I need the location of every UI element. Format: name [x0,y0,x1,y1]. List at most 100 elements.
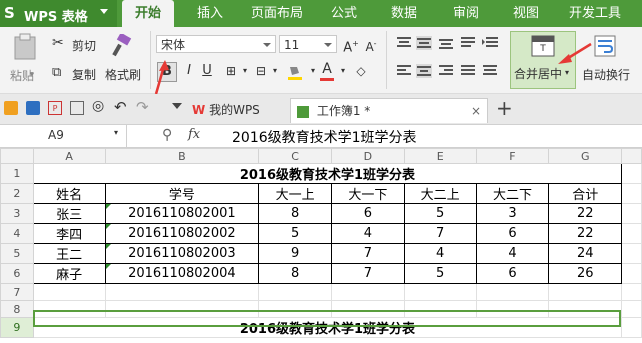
select-all-corner[interactable] [0,148,34,164]
cell[interactable] [621,263,642,284]
tab-developer[interactable]: 开发工具 [564,0,626,27]
text-direction-icon[interactable] [460,36,476,50]
header-cell[interactable]: 大一上 [258,183,333,204]
cell[interactable] [475,283,550,301]
align-right-icon[interactable] [438,64,454,78]
row-header[interactable]: 7 [0,283,34,301]
align-left-icon[interactable] [396,64,412,78]
pdf-icon[interactable]: P [48,101,62,115]
cell[interactable]: 2016110802004 [104,263,260,284]
cell[interactable] [258,300,333,318]
cell[interactable]: 5 [403,263,477,284]
tab-workbook1[interactable]: 工作簿1 * × [290,98,488,123]
header-cell[interactable]: 大一下 [331,183,405,204]
align-center-icon[interactable] [416,64,432,78]
row-header[interactable]: 4 [0,223,34,244]
column-header[interactable]: C [258,148,333,164]
cell[interactable] [621,300,642,318]
cell[interactable]: 7 [403,223,477,244]
title-cell[interactable]: 2016级教育技术学1班学分表 [32,163,623,184]
cell[interactable] [475,300,550,318]
cell[interactable] [403,283,477,301]
increase-font-icon[interactable]: A+ [342,35,360,55]
justify-icon[interactable] [460,64,476,78]
align-bottom-icon[interactable] [438,36,454,50]
cell[interactable]: 7 [331,263,405,284]
cell[interactable] [104,283,260,301]
name-box[interactable]: A9 ▾ [0,125,127,147]
column-header[interactable]: D [331,148,405,164]
merged-title-cell[interactable]: 2016级教育技术学1班学分表 [32,317,623,338]
tab-page-layout[interactable]: 页面布局 [246,0,308,27]
cell[interactable]: 6 [475,223,550,244]
indent-icon[interactable] [482,36,498,50]
cell[interactable] [621,243,642,264]
undo-icon[interactable]: ↶ [114,98,127,116]
cell[interactable] [32,283,106,301]
header-cell[interactable]: 学号 [104,183,260,204]
formula-input[interactable]: 2016级教育技术学1班学分表 [232,127,417,147]
fill-color-icon[interactable] [286,63,304,81]
copy-button[interactable]: 复制 [72,66,96,83]
cell[interactable]: 26 [548,263,623,284]
cell[interactable]: 4 [331,223,405,244]
column-header[interactable]: F [475,148,550,164]
align-top-icon[interactable] [396,36,412,50]
row-header[interactable]: 1 [0,163,34,184]
row-header[interactable]: 5 [0,243,34,264]
header-cell[interactable]: 姓名 [32,183,106,204]
cell[interactable]: 8 [258,263,333,284]
cell[interactable] [621,183,642,204]
cell[interactable]: 22 [548,203,623,224]
row-header[interactable]: 3 [0,203,34,224]
header-cell[interactable]: 合计 [548,183,623,204]
header-cell[interactable]: 大二上 [403,183,477,204]
cell[interactable]: 22 [548,223,623,244]
cell[interactable]: 6 [475,263,550,284]
cell[interactable] [403,300,477,318]
font-size-select[interactable]: 11 [279,35,337,53]
new-tab-plus-icon[interactable]: + [496,96,513,120]
cell[interactable] [621,223,642,244]
close-icon[interactable]: × [471,99,481,123]
redo-icon[interactable]: ↷ [136,98,149,116]
cut-button[interactable]: 剪切 [72,37,96,54]
cell[interactable]: 7 [331,243,405,264]
font-name-select[interactable]: 宋体 [156,35,276,53]
cell[interactable] [258,283,333,301]
cell[interactable]: 9 [258,243,333,264]
cell[interactable]: 8 [258,203,333,224]
cell[interactable] [548,283,623,301]
zoom-icon[interactable]: ⚲ [162,127,172,143]
cell[interactable]: 5 [403,203,477,224]
row-header[interactable]: 8 [0,300,34,318]
italic-button[interactable]: I [180,62,198,80]
cell[interactable]: 2016110802003 [104,243,260,264]
cell[interactable] [331,300,405,318]
paste-dropdown-icon[interactable]: ▾ [30,70,34,79]
cell[interactable] [32,300,106,318]
paste-icon[interactable] [12,33,38,61]
format-painter-button[interactable]: 格式刷 [105,66,141,83]
cell[interactable]: 麻子 [32,263,106,284]
cell[interactable]: 4 [475,243,550,264]
underline-button[interactable]: U [198,62,216,80]
cell[interactable]: 2016110802002 [104,223,260,244]
header-cell[interactable]: 大二下 [475,183,550,204]
tab-data[interactable]: 数据 [384,0,424,27]
cell[interactable]: 王二 [32,243,106,264]
cell[interactable]: 李四 [32,223,106,244]
row-header[interactable]: 2 [0,183,34,204]
app-menu-button[interactable]: S WPS 表格 [0,0,117,27]
tab-insert[interactable]: 插入 [188,0,232,27]
save-icon[interactable] [26,101,40,115]
chevron-down-icon[interactable]: ▾ [334,62,352,80]
distribute-icon[interactable] [482,64,498,78]
tab-view[interactable]: 视图 [506,0,546,27]
column-header[interactable]: G [548,148,623,164]
cell[interactable] [331,283,405,301]
cell[interactable]: 4 [403,243,477,264]
align-middle-icon[interactable] [416,36,432,50]
print-icon[interactable] [70,101,84,115]
row-header[interactable]: 6 [0,263,34,284]
